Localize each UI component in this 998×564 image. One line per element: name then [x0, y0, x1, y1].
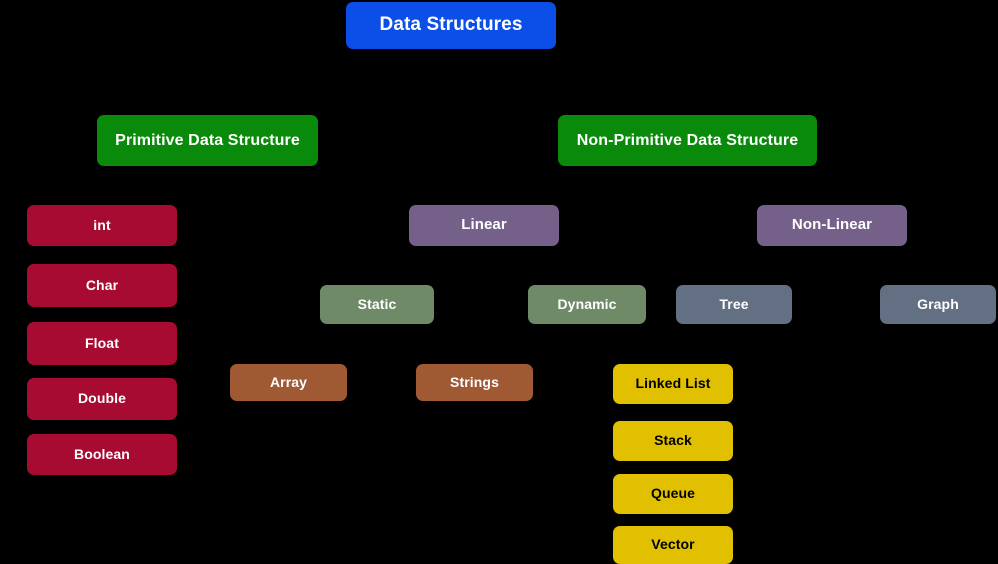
node-label: Double [77, 390, 127, 407]
node-char[interactable]: Char [27, 264, 177, 307]
node-label: Primitive Data Structure [115, 131, 300, 149]
node-boolean[interactable]: Boolean [27, 434, 177, 475]
node-dynamic[interactable]: Dynamic [528, 285, 646, 324]
node-tree[interactable]: Tree [676, 285, 792, 324]
node-label: Stack [654, 432, 692, 449]
node-data-structures[interactable]: Data Structures [346, 2, 556, 49]
node-linear[interactable]: Linear [409, 205, 559, 246]
data-structures-diagram: Data Structures Primitive Data Structure… [0, 0, 998, 564]
node-label: Strings [450, 373, 499, 390]
node-array[interactable]: Array [230, 364, 347, 401]
node-label: Array [269, 373, 308, 390]
node-strings[interactable]: Strings [416, 364, 533, 401]
node-label: Char [85, 276, 119, 293]
node-non-linear[interactable]: Non-Linear [757, 205, 907, 246]
node-label: Dynamic [557, 295, 617, 312]
node-linked-list[interactable]: Linked List [613, 364, 733, 404]
node-label: Vector [651, 536, 695, 553]
node-double[interactable]: Double [27, 378, 177, 420]
node-float[interactable]: Float [27, 322, 177, 365]
node-label: Data Structures [379, 14, 523, 36]
node-label: Tree [719, 295, 749, 312]
node-label: Float [85, 334, 119, 351]
node-stack[interactable]: Stack [613, 421, 733, 461]
node-vector[interactable]: Vector [613, 526, 733, 564]
node-label: Static [357, 295, 397, 312]
node-label: Linear [461, 216, 507, 234]
node-label: int [93, 216, 111, 233]
node-label: Boolean [74, 445, 130, 462]
node-static[interactable]: Static [320, 285, 434, 324]
node-label: Linked List [635, 375, 711, 392]
node-primitive-data-structure[interactable]: Primitive Data Structure [97, 115, 318, 166]
node-label: Non-Linear [791, 216, 873, 234]
node-int[interactable]: int [27, 205, 177, 246]
node-label: Graph [917, 295, 959, 312]
node-queue[interactable]: Queue [613, 474, 733, 514]
node-non-primitive-data-structure[interactable]: Non-Primitive Data Structure [558, 115, 817, 166]
node-label: Queue [650, 485, 696, 502]
node-label: Non-Primitive Data Structure [576, 131, 799, 149]
node-graph[interactable]: Graph [880, 285, 996, 324]
